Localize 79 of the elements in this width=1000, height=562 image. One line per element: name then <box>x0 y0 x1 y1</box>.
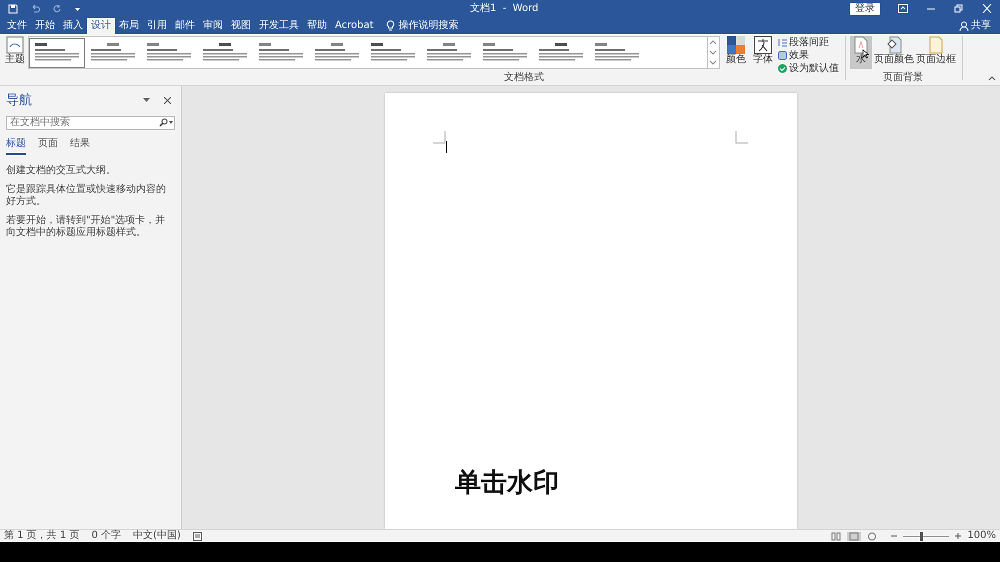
pane-title: 导航 <box>6 92 32 110</box>
style-preview-icon <box>89 42 137 64</box>
search-field[interactable]: 在文档中搜索 <box>6 116 175 130</box>
ribbon-tab[interactable]: 审阅 <box>199 18 227 34</box>
ribbon-tab[interactable]: 设计 <box>87 18 115 34</box>
ribbon-tab[interactable]: Acrobat <box>331 18 378 34</box>
ribbon-tab[interactable]: 插入 <box>59 18 87 34</box>
tell-me-search[interactable]: 操作说明搜索 <box>398 18 459 34</box>
margin-mark-icon <box>735 131 748 144</box>
read-mode-icon[interactable] <box>831 532 842 540</box>
style-preview-icon <box>33 42 81 64</box>
ribbon-tab[interactable]: 开发工具 <box>255 18 303 34</box>
search-icon[interactable] <box>159 118 168 127</box>
dropdown-icon[interactable] <box>169 121 173 124</box>
pane-tab[interactable]: 结果 <box>70 136 90 154</box>
style-preview-icon <box>369 42 417 64</box>
zoom-level[interactable]: 100% <box>967 530 996 542</box>
window-title: 文档1 - Word <box>470 2 538 16</box>
page-color-button[interactable]: 页面颜色 <box>874 36 914 69</box>
style-thumbnail[interactable] <box>29 38 85 68</box>
text-cursor-icon <box>446 141 448 153</box>
status-item[interactable]: 第 1 页，共 1 页 <box>4 530 80 542</box>
page-borders-button[interactable]: 页面边框 <box>916 36 956 69</box>
customize-icon[interactable] <box>74 5 81 12</box>
style-preview-icon <box>593 42 641 64</box>
status-item[interactable]: 0 个字 <box>91 530 121 542</box>
group-label: 文档格式 <box>504 72 544 84</box>
set-default-button[interactable]: 设为默认值 <box>778 62 839 75</box>
collapse-ribbon-icon[interactable] <box>988 75 996 81</box>
style-preview-icon <box>257 42 305 64</box>
margin-mark-icon <box>433 131 446 144</box>
share-button[interactable]: 共享 <box>971 18 991 34</box>
pane-tab[interactable]: 页面 <box>38 136 58 154</box>
status-item[interactable]: 中文(中国) <box>133 530 181 542</box>
proofing-icon[interactable] <box>192 532 202 540</box>
redo-icon[interactable] <box>52 4 62 14</box>
zoom-in-icon[interactable] <box>955 533 962 539</box>
login-button[interactable]: 登录 <box>850 2 880 14</box>
help-text: 创建文档的交互式大纲。 <box>6 164 117 176</box>
style-preview-icon <box>425 42 473 64</box>
paragraph-spacing-button[interactable]: 段落间距 <box>778 36 839 49</box>
ribbon-tab[interactable]: 布局 <box>115 18 143 34</box>
ribbon-tab[interactable]: 文件 <box>3 18 31 34</box>
undo-icon[interactable] <box>30 4 40 14</box>
ribbon-tab[interactable]: 视图 <box>227 18 255 34</box>
pane-tab[interactable]: 标题 <box>6 136 26 154</box>
save-icon[interactable] <box>8 4 18 14</box>
zoom-slider-thumb[interactable] <box>920 532 922 540</box>
style-preview-icon <box>481 42 529 64</box>
effects-icon <box>778 51 787 60</box>
help-text: 它是跟踪具体位置或快速移动内容的好方式。 <box>6 184 167 208</box>
person-icon <box>959 21 969 31</box>
style-preview-icon <box>145 42 193 64</box>
help-text: 若要开始，请转到"开始"选项卡，并向文档中的标题应用标题样式。 <box>6 214 166 238</box>
colors-button[interactable]: 颜色 <box>724 36 748 85</box>
style-preview-icon <box>313 42 361 64</box>
group-label: 页面背景 <box>883 72 923 84</box>
lightbulb-icon <box>386 20 395 31</box>
web-layout-icon[interactable] <box>867 532 878 540</box>
print-layout-icon[interactable] <box>847 532 862 540</box>
watermark-button[interactable]: 水 <box>850 36 872 69</box>
ribbon-tab[interactable]: 引用 <box>143 18 171 34</box>
themes-button[interactable]: 主题 <box>4 36 26 85</box>
restore-icon[interactable] <box>954 4 964 13</box>
caption: 单击水印 <box>455 467 560 500</box>
page-border-icon <box>929 36 943 54</box>
effects-button[interactable]: 效果 <box>778 49 839 62</box>
style-preview-icon <box>537 42 585 64</box>
fonts-button[interactable]: 字体 <box>751 36 775 85</box>
check-icon <box>778 64 787 73</box>
ribbon-tab[interactable]: 邮件 <box>171 18 199 34</box>
zoom-out-icon[interactable] <box>891 533 898 539</box>
dropdown-icon[interactable] <box>143 98 150 104</box>
ribbon-display-icon[interactable] <box>898 4 908 13</box>
ribbon-tab[interactable]: 开始 <box>31 18 59 34</box>
paragraph-spacing-icon <box>778 38 787 47</box>
ribbon-tab[interactable]: 帮助 <box>303 18 331 34</box>
close-icon[interactable] <box>164 97 171 104</box>
style-preview-icon <box>201 42 249 64</box>
